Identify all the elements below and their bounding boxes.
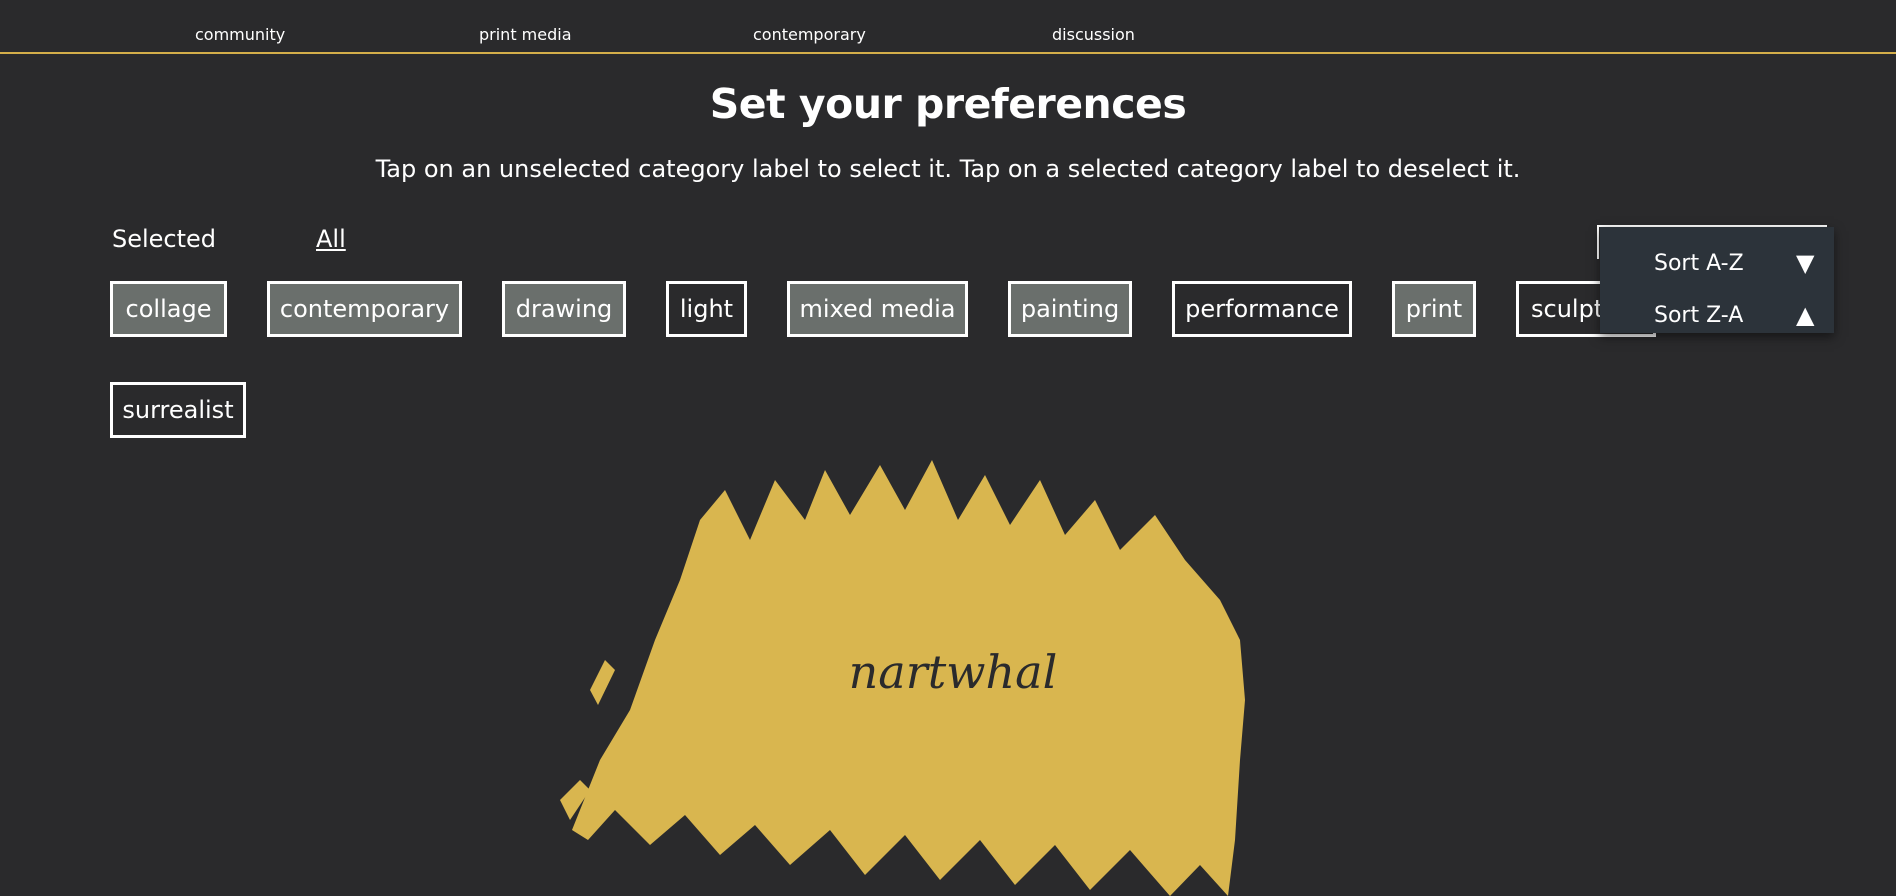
category-chip-collage[interactable]: collage bbox=[110, 281, 227, 337]
category-chip-surrealist[interactable]: surrealist bbox=[110, 382, 246, 438]
nav-link-discussion[interactable]: discussion bbox=[1052, 25, 1135, 44]
triangle-up-icon: ▲ bbox=[1796, 301, 1815, 329]
logo-brush-fleck bbox=[590, 660, 615, 705]
instructions-text: Tap on an unselected category label to s… bbox=[375, 155, 1521, 183]
filter-all-tab[interactable]: All bbox=[316, 225, 346, 253]
category-chip-performance[interactable]: performance bbox=[1172, 281, 1352, 337]
filter-selected-tab[interactable]: Selected bbox=[112, 225, 216, 253]
nav-link-print-media[interactable]: print media bbox=[479, 25, 572, 44]
sort-option-label: Sort Z-A bbox=[1654, 303, 1744, 328]
top-navigation: community print media contemporary discu… bbox=[0, 0, 1896, 54]
nav-link-community[interactable]: community bbox=[195, 25, 285, 44]
category-chip-print[interactable]: print bbox=[1392, 281, 1476, 337]
page-title: Set your preferences bbox=[709, 80, 1187, 128]
category-chip-light[interactable]: light bbox=[666, 281, 747, 337]
triangle-down-icon: ▼ bbox=[1796, 249, 1815, 277]
logo-wordmark: nartwhal bbox=[849, 645, 1058, 699]
category-chip-drawing[interactable]: drawing bbox=[502, 281, 626, 337]
category-chip-mixed-media[interactable]: mixed media bbox=[787, 281, 968, 337]
category-chip-painting[interactable]: painting bbox=[1008, 281, 1132, 337]
sort-option-label: Sort A-Z bbox=[1654, 251, 1744, 276]
sort-dropdown-menu: Sort A-Z ▼ Sort Z-A ▲ bbox=[1600, 227, 1834, 333]
category-chip-contemporary[interactable]: contemporary bbox=[267, 281, 462, 337]
nartwhal-logo: nartwhal bbox=[560, 460, 1245, 896]
nav-link-contemporary[interactable]: contemporary bbox=[753, 25, 866, 44]
